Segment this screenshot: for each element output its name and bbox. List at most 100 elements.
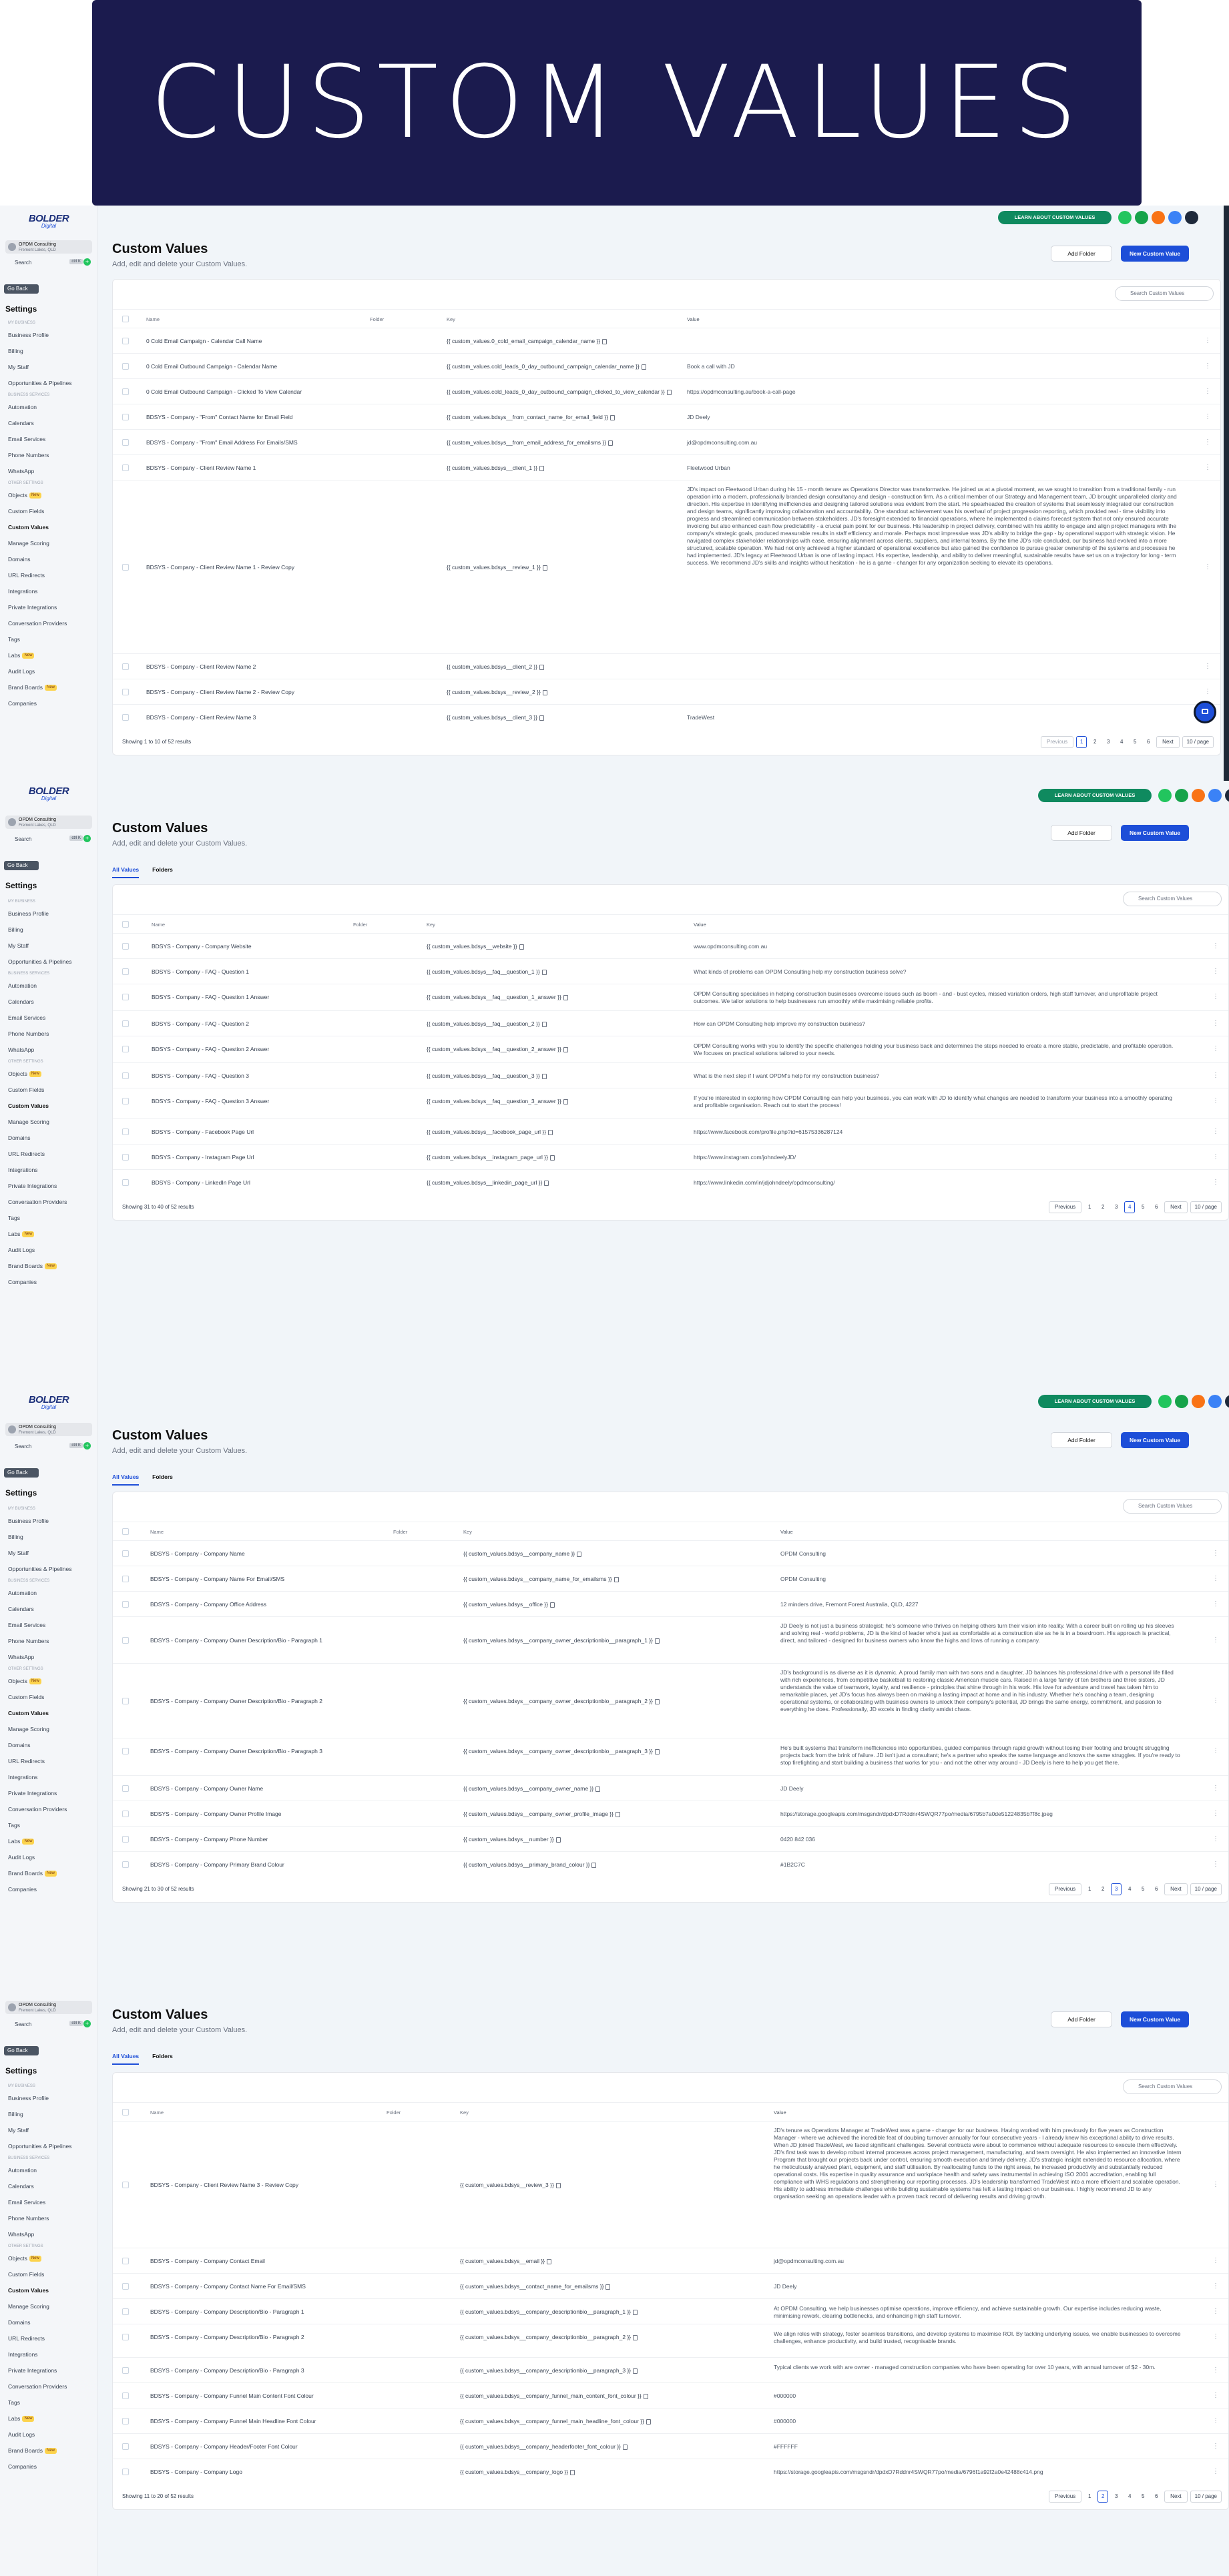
pagination-page[interactable]: 5: [1138, 1883, 1148, 1895]
sidebar-item-tags[interactable]: Tags: [0, 1210, 97, 1226]
pagination-previous[interactable]: Previous: [1049, 1883, 1082, 1895]
sidebar-item-custom-values[interactable]: Custom Values: [0, 2282, 97, 2298]
tab-folders[interactable]: Folders: [152, 1474, 173, 1486]
table-row[interactable]: BDSYS - Company - Company Description/Bi…: [113, 2357, 1228, 2382]
sidebar-item-calendars[interactable]: Calendars: [0, 2178, 97, 2194]
sidebar-item-companies[interactable]: Companies: [0, 1881, 97, 1897]
sidebar-item-custom-values[interactable]: Custom Values: [0, 1098, 97, 1114]
table-row[interactable]: BDSYS - Company - Company Phone Number {{…: [113, 1826, 1228, 1851]
sidebar-item-companies[interactable]: Companies: [0, 695, 97, 711]
sidebar-item-brand-boards[interactable]: Brand Boards New: [0, 1258, 97, 1274]
select-all-checkbox[interactable]: [122, 2109, 129, 2116]
table-row[interactable]: BDSYS - Company - FAQ - Question 2 Answe…: [113, 1036, 1228, 1062]
pagination-next[interactable]: Next: [1164, 2491, 1188, 2503]
copy-key-icon[interactable]: [539, 465, 545, 471]
sidebar-item-billing[interactable]: Billing: [0, 2106, 97, 2122]
account-switcher[interactable]: OPDM Consulting Fremont Lakes, QLD: [5, 816, 92, 829]
sidebar-item-manage-scoring[interactable]: Manage Scoring: [0, 1114, 97, 1130]
row-checkbox[interactable]: [122, 2443, 129, 2450]
learn-about-custom-values-button[interactable]: LEARN ABOUT CUSTOM VALUES: [1038, 789, 1152, 802]
row-checkbox[interactable]: [122, 1098, 129, 1104]
table-row[interactable]: BDSYS - Company - Company Owner Descript…: [113, 1663, 1228, 1738]
select-all-checkbox[interactable]: [122, 316, 129, 322]
sidebar-item-integrations[interactable]: Integrations: [0, 2346, 97, 2362]
new-custom-value-button[interactable]: New Custom Value: [1121, 2011, 1189, 2027]
sidebar-search[interactable]: Search ctrl K +: [5, 834, 92, 844]
row-actions-menu[interactable]: ⋮: [1212, 1072, 1219, 1079]
per-page-select[interactable]: 10 / page: [1190, 2491, 1222, 2503]
tab-all-values[interactable]: All Values: [112, 2053, 140, 2065]
pagination-page[interactable]: 4: [1124, 1201, 1136, 1213]
pagination-page[interactable]: 2: [1097, 1201, 1108, 1213]
go-back-button[interactable]: Go Back: [4, 284, 39, 294]
tab-folders[interactable]: Folders: [152, 866, 173, 878]
sidebar-item-url-redirects[interactable]: URL Redirects: [0, 567, 97, 583]
tab-all-values[interactable]: All Values: [112, 866, 140, 878]
add-folder-button[interactable]: Add Folder: [1051, 2011, 1112, 2027]
sidebar-item-opportunities-pipelines[interactable]: Opportunities & Pipelines: [0, 954, 97, 970]
sidebar-item-business-profile[interactable]: Business Profile: [0, 1513, 97, 1529]
row-actions-menu[interactable]: ⋮: [1212, 2334, 1219, 2340]
new-custom-value-button[interactable]: New Custom Value: [1121, 825, 1189, 841]
pagination-page[interactable]: 4: [1116, 736, 1127, 748]
table-row[interactable]: BDSYS - Company - Company Owner Descript…: [113, 1738, 1228, 1775]
notification-icon[interactable]: [1192, 1395, 1205, 1408]
row-checkbox[interactable]: [122, 2258, 129, 2264]
row-actions-menu[interactable]: ⋮: [1212, 1637, 1219, 1644]
add-folder-button[interactable]: Add Folder: [1051, 246, 1112, 262]
row-checkbox[interactable]: [122, 338, 129, 344]
campaign-icon[interactable]: [1135, 211, 1148, 224]
row-actions-menu[interactable]: ⋮: [1212, 1154, 1219, 1161]
table-row[interactable]: BDSYS - Company - LinkedIn Page Url {{ cu…: [113, 1169, 1228, 1195]
row-actions-menu[interactable]: ⋮: [1212, 2308, 1219, 2315]
row-actions-menu[interactable]: ⋮: [1212, 1748, 1219, 1754]
quick-add-button[interactable]: +: [83, 258, 91, 266]
sidebar-item-whatsapp[interactable]: WhatsApp: [0, 2226, 97, 2242]
copy-key-icon[interactable]: [563, 1098, 568, 1104]
copy-key-icon[interactable]: [570, 2469, 575, 2475]
pagination-page[interactable]: 4: [1124, 2491, 1135, 2503]
pagination-page[interactable]: 1: [1084, 1883, 1095, 1895]
sidebar-item-tags[interactable]: Tags: [0, 2394, 97, 2410]
row-checkbox[interactable]: [122, 994, 129, 1000]
sidebar-item-billing[interactable]: Billing: [0, 922, 97, 938]
row-actions-menu[interactable]: ⋮: [1212, 2182, 1219, 2188]
sidebar-item-whatsapp[interactable]: WhatsApp: [0, 463, 97, 479]
row-actions-menu[interactable]: ⋮: [1212, 2469, 1219, 2475]
sidebar-item-billing[interactable]: Billing: [0, 1529, 97, 1545]
learn-about-custom-values-button[interactable]: LEARN ABOUT CUSTOM VALUES: [1038, 1395, 1152, 1408]
table-row[interactable]: BDSYS - Company - Company Logo {{ custom_…: [113, 2459, 1228, 2484]
sidebar-item-private-integrations[interactable]: Private Integrations: [0, 2362, 97, 2378]
pagination-next[interactable]: Next: [1164, 1201, 1188, 1213]
row-actions-menu[interactable]: ⋮: [1212, 1046, 1219, 1052]
copy-key-icon[interactable]: [605, 2284, 611, 2290]
sidebar-item-conversation-providers[interactable]: Conversation Providers: [0, 2378, 97, 2394]
copy-key-icon[interactable]: [641, 364, 646, 370]
sidebar-item-labs[interactable]: Labs New: [0, 1833, 97, 1849]
sidebar-item-calendars[interactable]: Calendars: [0, 1601, 97, 1617]
sidebar-item-phone-numbers[interactable]: Phone Numbers: [0, 447, 97, 463]
sidebar-item-url-redirects[interactable]: URL Redirects: [0, 1753, 97, 1769]
sidebar-item-automation[interactable]: Automation: [0, 978, 97, 994]
pagination-page[interactable]: 5: [1138, 1201, 1148, 1213]
table-row[interactable]: BDSYS - Company - Company Primary Brand …: [113, 1851, 1228, 1877]
row-checkbox[interactable]: [122, 1861, 129, 1868]
table-row[interactable]: BDSYS - Company - "From" Contact Name fo…: [113, 404, 1220, 429]
pagination-page[interactable]: 3: [1111, 2491, 1122, 2503]
table-row[interactable]: BDSYS - Company - Company Website {{ cust…: [113, 933, 1228, 958]
table-row[interactable]: BDSYS - Company - FAQ - Question 1 Answe…: [113, 984, 1228, 1010]
row-actions-menu[interactable]: ⋮: [1212, 1836, 1219, 1843]
pagination-page[interactable]: 2: [1097, 2491, 1109, 2503]
pagination-next[interactable]: Next: [1156, 736, 1180, 748]
copy-key-icon[interactable]: [544, 1180, 549, 1186]
table-row[interactable]: BDSYS - Company - Company Owner Profile …: [113, 1801, 1228, 1826]
sidebar-item-private-integrations[interactable]: Private Integrations: [0, 1178, 97, 1194]
copy-key-icon[interactable]: [602, 338, 607, 344]
sidebar-item-companies[interactable]: Companies: [0, 1274, 97, 1290]
sidebar-item-whatsapp[interactable]: WhatsApp: [0, 1042, 97, 1058]
table-row[interactable]: BDSYS - Company - Instagram Page Url {{ c…: [113, 1144, 1228, 1169]
chat-widget-button[interactable]: [1194, 701, 1216, 723]
pagination-page[interactable]: 1: [1084, 2491, 1095, 2503]
copy-key-icon[interactable]: [643, 2393, 648, 2399]
sidebar-item-domains[interactable]: Domains: [0, 1130, 97, 1146]
